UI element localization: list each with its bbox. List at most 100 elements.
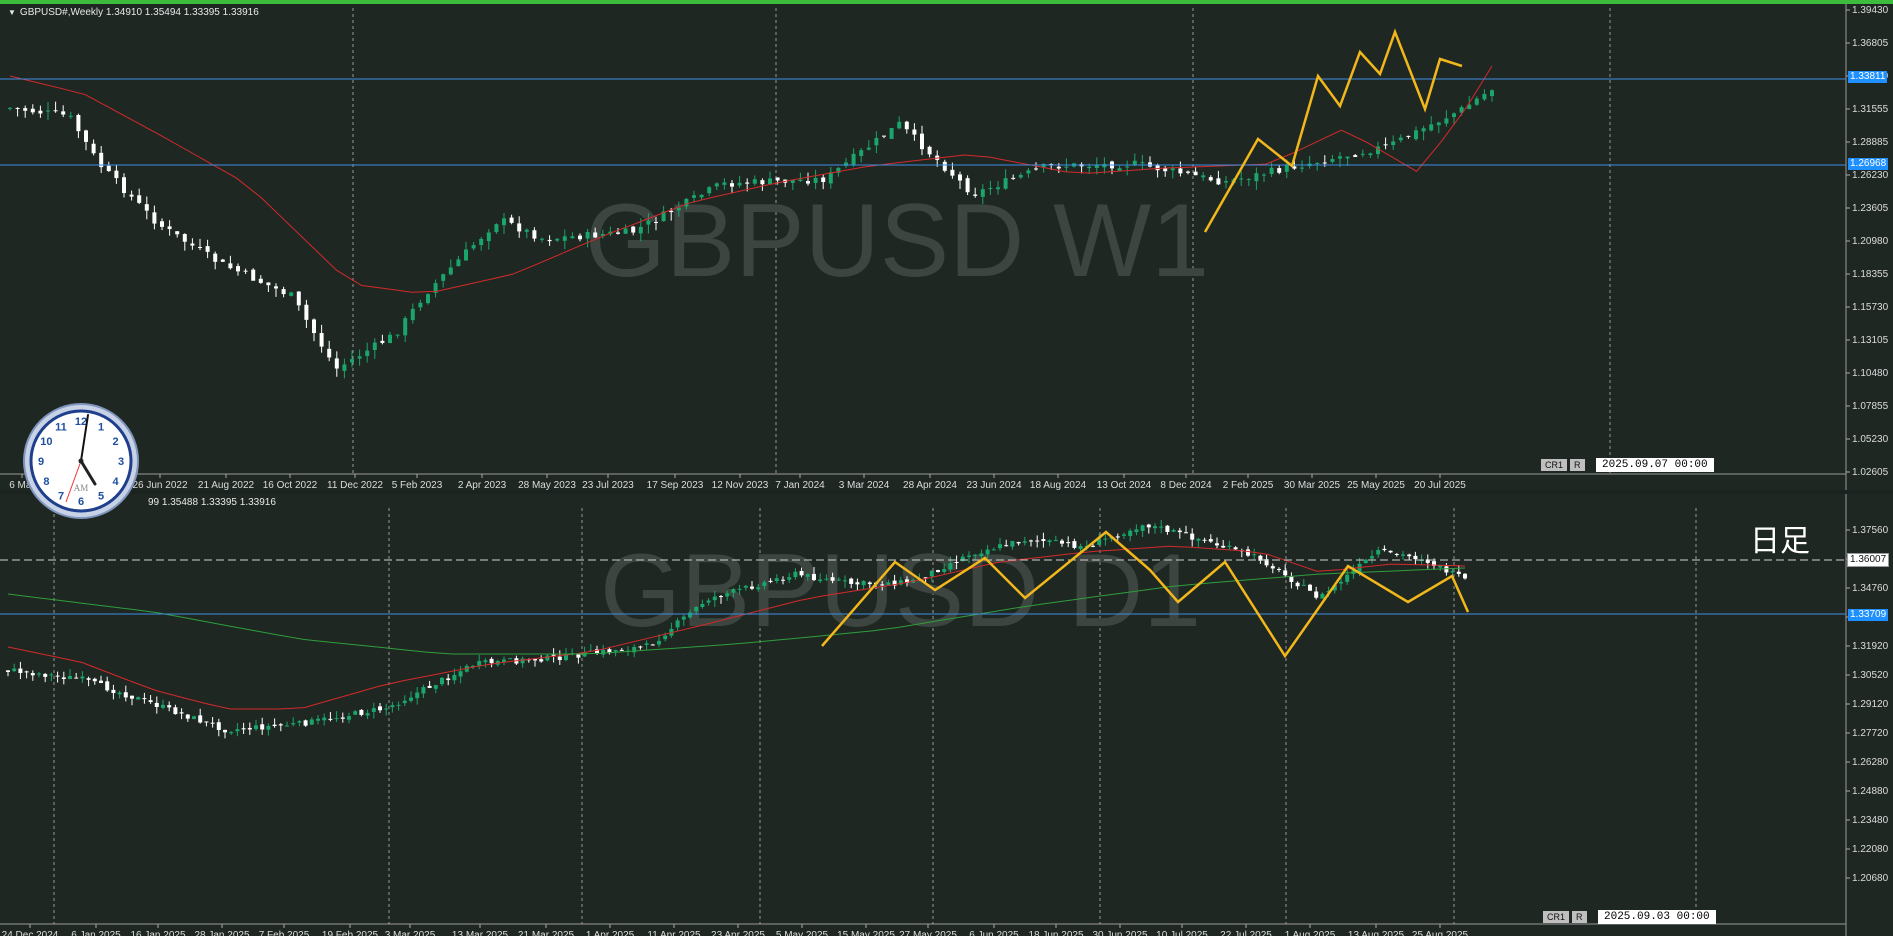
- candle: [798, 179, 803, 182]
- candle: [91, 143, 96, 154]
- daily-chart-pane[interactable]: GBPUSD D11.375601.360071.347601.333201.3…: [0, 494, 1893, 936]
- candle: [213, 253, 218, 262]
- analog-clock-widget[interactable]: 12 1234567891011 AM: [22, 402, 140, 520]
- candle: [1072, 541, 1077, 548]
- candle: [489, 658, 494, 664]
- candle: [570, 236, 575, 239]
- time-tick-label: 11 Dec 2022: [327, 480, 383, 490]
- time-tick-label: 17 Sep 2023: [647, 480, 704, 490]
- time-tick-label: 26 Jun 2022: [132, 480, 187, 490]
- crosshair-datetime: 2025.09.07 00:00: [1596, 458, 1714, 472]
- time-tick-label: 21 Mar 2025: [518, 930, 575, 936]
- clock-number: 8: [43, 476, 49, 488]
- candle: [1026, 170, 1031, 174]
- candle: [409, 697, 413, 701]
- candle: [1345, 156, 1350, 159]
- candle: [49, 674, 54, 676]
- candle: [760, 180, 765, 185]
- candle: [874, 137, 879, 146]
- candle: [38, 110, 43, 114]
- clock-number: 7: [58, 491, 64, 503]
- candle: [824, 578, 829, 580]
- cr-button[interactable]: CR1: [1541, 459, 1568, 471]
- candle: [1159, 526, 1164, 528]
- candle: [1406, 135, 1411, 137]
- candle: [1202, 539, 1207, 541]
- candle: [743, 585, 748, 588]
- hline-price-flag: 1.33811: [1848, 71, 1888, 83]
- candle: [37, 673, 41, 675]
- cr-button[interactable]: CR1: [1543, 911, 1570, 923]
- candle: [676, 207, 681, 211]
- candle: [886, 582, 891, 585]
- candle: [494, 224, 499, 233]
- candle: [880, 584, 885, 586]
- candle: [486, 232, 491, 242]
- weekly-chart-canvas[interactable]: GBPUSD W11.394301.368051.341801.315551.2…: [0, 4, 1893, 490]
- candle: [274, 286, 278, 289]
- time-tick-label: 25 Aug 2025: [1412, 930, 1469, 936]
- candle: [805, 574, 810, 577]
- candle: [303, 720, 308, 726]
- collapse-arrow-icon[interactable]: ▼: [8, 8, 16, 17]
- candle: [1330, 159, 1335, 162]
- candle: [136, 697, 141, 700]
- candle: [502, 218, 506, 226]
- candle: [1056, 166, 1061, 169]
- candle: [1010, 541, 1015, 547]
- candle: [123, 692, 128, 698]
- candle: [76, 115, 81, 132]
- candle: [350, 359, 354, 363]
- candle: [973, 194, 978, 196]
- candle: [1401, 554, 1405, 556]
- candle: [1382, 548, 1387, 551]
- candle: [1125, 166, 1130, 168]
- candle: [980, 189, 985, 197]
- candle: [762, 582, 767, 586]
- clock-number: 9: [38, 456, 44, 468]
- clock-number: 1: [98, 421, 104, 433]
- candle: [1041, 539, 1046, 541]
- candle: [1193, 171, 1198, 176]
- r-button[interactable]: R: [1570, 459, 1585, 471]
- daily-chart-canvas[interactable]: GBPUSD D11.375601.360071.347601.333201.3…: [0, 494, 1893, 936]
- candle: [948, 563, 953, 570]
- chart-controls: CR1 R: [1543, 911, 1587, 923]
- candle: [365, 713, 370, 716]
- time-tick-label: 6 Jan 2025: [71, 930, 121, 936]
- candle: [84, 130, 88, 142]
- weekly-chart-pane[interactable]: GBPUSD W11.394301.368051.341801.315551.2…: [0, 0, 1893, 490]
- hline-price-flag: 1.26968: [1848, 158, 1889, 170]
- candle: [235, 729, 240, 732]
- candle: [441, 274, 446, 281]
- candle: [1018, 174, 1023, 178]
- candle: [402, 700, 407, 704]
- candle: [1474, 98, 1479, 105]
- clock-number: 4: [113, 476, 120, 488]
- candle: [1224, 181, 1228, 183]
- candle: [942, 161, 947, 171]
- candle: [988, 188, 993, 190]
- r-button[interactable]: R: [1572, 911, 1587, 923]
- candle: [247, 727, 252, 730]
- candle: [1035, 540, 1040, 542]
- candle: [631, 226, 636, 233]
- candle: [1128, 530, 1133, 537]
- hline-price-flag: 1.36007: [1847, 553, 1890, 567]
- candle: [1115, 536, 1120, 538]
- candle: [508, 658, 513, 660]
- candle: [144, 204, 149, 211]
- candle: [359, 709, 364, 715]
- candle: [904, 121, 909, 130]
- candle: [148, 700, 153, 703]
- candle: [752, 179, 757, 184]
- candle: [1246, 179, 1251, 181]
- candle: [464, 249, 468, 261]
- candle: [1190, 533, 1195, 540]
- candle: [737, 182, 742, 186]
- candle: [228, 263, 233, 269]
- candle: [1376, 549, 1381, 555]
- candle: [105, 681, 110, 691]
- candle: [80, 676, 85, 679]
- weekly-chart-title: ▼ GBPUSD#,Weekly 1.34910 1.35494 1.33395 …: [8, 7, 259, 18]
